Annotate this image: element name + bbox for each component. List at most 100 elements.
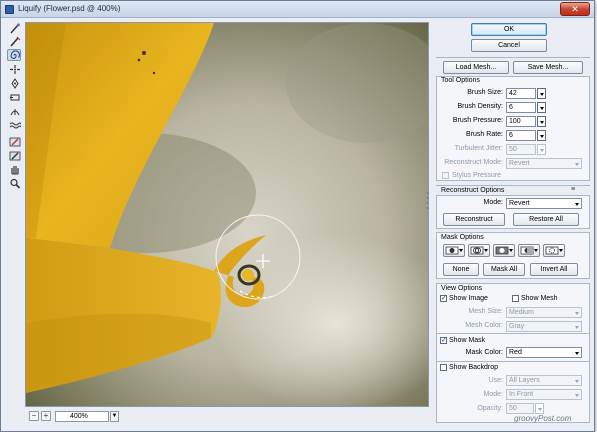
reconstruct-button[interactable]: Reconstruct <box>443 213 505 226</box>
show-backdrop-checkbox[interactable] <box>440 364 447 371</box>
backdrop-use-label: Use: <box>488 377 503 384</box>
chevron-down-icon <box>559 249 563 252</box>
mesh-color-label: Mesh Color: <box>465 322 503 329</box>
zoom-out-button[interactable]: − <box>29 411 39 421</box>
push-left-tool[interactable] <box>7 91 21 103</box>
show-image-checkbox[interactable] <box>440 294 447 302</box>
backdrop-opacity-field[interactable]: 50 <box>506 403 534 414</box>
mesh-size-select[interactable]: Medium <box>506 307 582 318</box>
backdrop-opacity-dropdown[interactable] <box>535 403 544 414</box>
hand-tool[interactable] <box>7 163 21 175</box>
image-canvas[interactable] <box>25 22 429 407</box>
reconstruct-options-mode-value: Revert <box>509 200 530 207</box>
invert-selection-icon <box>545 246 559 255</box>
forward-warp-tool[interactable] <box>7 22 21 34</box>
magnifier-icon <box>10 178 21 189</box>
subtract-from-selection-button[interactable] <box>493 244 515 257</box>
thaw-mask-tool[interactable] <box>7 149 21 161</box>
panel-splitter[interactable] <box>426 191 429 213</box>
replace-selection-button[interactable] <box>443 244 465 257</box>
turbulent-jitter-label: Turbulent Jitter: <box>454 145 503 152</box>
freeze-mask-icon <box>9 137 21 147</box>
hand-icon <box>11 166 19 175</box>
turbulent-jitter-field[interactable]: 50 <box>506 144 536 155</box>
chevron-down-icon <box>509 249 513 252</box>
pucker-tool[interactable] <box>7 63 21 75</box>
brush-rate-label: Brush Rate: <box>466 131 503 138</box>
twirl-clockwise-tool[interactable] <box>7 49 21 61</box>
reconstruct-mode-select[interactable]: Revert <box>506 158 582 169</box>
brush-density-dropdown[interactable] <box>537 102 546 113</box>
reconstruct-tool[interactable] <box>7 35 21 47</box>
zoom-control: − + 400% ▼ <box>29 411 149 425</box>
panel-menu-icon[interactable]: ≡ <box>571 186 575 193</box>
invert-all-button[interactable]: Invert All <box>530 263 578 276</box>
brush-size-dropdown[interactable] <box>537 88 546 99</box>
brush-density-field[interactable]: 6 <box>506 102 536 113</box>
reconstruct-options-mode-select[interactable]: Revert <box>506 198 582 209</box>
mask-color-value: Red <box>509 349 522 356</box>
mask-options-title: Mask Options <box>441 234 484 241</box>
intersect-selection-button[interactable] <box>518 244 540 257</box>
chevron-down-icon <box>575 380 579 383</box>
intersect-selection-icon <box>520 246 534 255</box>
mirror-icon <box>10 109 20 116</box>
backdrop-mode-select[interactable]: In Front <box>506 389 582 400</box>
mesh-color-select[interactable]: Gray <box>506 321 582 332</box>
divider <box>436 57 590 58</box>
turbulent-jitter-dropdown[interactable] <box>537 144 546 155</box>
mask-color-label: Mask Color: <box>465 349 503 356</box>
forward-warp-icon <box>10 23 20 34</box>
mask-color-select[interactable]: Red <box>506 347 582 358</box>
show-image-label: Show Image <box>449 295 488 302</box>
mesh-size-label: Mesh Size: <box>468 308 503 315</box>
brush-size-label: Brush Size: <box>467 89 503 96</box>
brush-density-label: Brush Density: <box>457 103 503 110</box>
bloat-tool[interactable] <box>7 77 21 89</box>
backdrop-mode-value: In Front <box>509 391 534 398</box>
backdrop-use-select[interactable]: All Layers <box>506 375 582 386</box>
close-button[interactable]: ✕ <box>560 2 590 16</box>
chevron-down-icon <box>575 352 579 355</box>
turbulence-tool[interactable] <box>7 119 21 131</box>
brush-pressure-field[interactable]: 100 <box>506 116 536 127</box>
chevron-down-icon <box>575 394 579 397</box>
brush-rate-dropdown[interactable] <box>537 130 546 141</box>
add-to-selection-button[interactable] <box>468 244 490 257</box>
zoom-dropdown[interactable]: ▼ <box>110 411 119 422</box>
zoom-in-button[interactable]: + <box>41 411 51 421</box>
brush-size-field[interactable]: 42 <box>506 88 536 99</box>
zoom-tool[interactable] <box>7 177 21 189</box>
cancel-button[interactable]: Cancel <box>471 39 547 52</box>
title-bar[interactable]: Liquify (Flower.psd @ 400%) ✕ <box>1 1 594 18</box>
mirror-tool[interactable] <box>7 105 21 117</box>
show-backdrop-label: Show Backdrop <box>449 364 499 371</box>
mask-none-button[interactable]: None <box>443 263 479 276</box>
show-mesh-checkbox[interactable] <box>512 295 519 302</box>
ok-button[interactable]: OK <box>471 23 547 36</box>
reconstruct-mode-label: Mode: <box>483 199 503 206</box>
show-mask-checkbox[interactable] <box>440 336 447 344</box>
stylus-pressure-checkbox[interactable] <box>442 172 449 179</box>
liquify-toolbar <box>5 22 25 192</box>
restore-all-button[interactable]: Restore All <box>513 213 579 226</box>
zoom-level-field[interactable]: 400% <box>55 411 109 422</box>
reconstruct-brush-icon <box>10 36 21 47</box>
chevron-down-icon <box>534 249 538 252</box>
invert-selection-button[interactable] <box>543 244 565 257</box>
save-mesh-button[interactable]: Save Mesh... <box>513 61 583 74</box>
reconstruct-mode-value: Revert <box>509 160 530 167</box>
replace-selection-icon <box>445 246 459 255</box>
brush-pressure-dropdown[interactable] <box>537 116 546 127</box>
pucker-icon <box>10 65 20 74</box>
photoshop-icon <box>5 5 14 14</box>
options-panel: OK Cancel Load Mesh... Save Mesh... Tool… <box>433 19 593 429</box>
mask-all-button[interactable]: Mask All <box>483 263 525 276</box>
brush-rate-field[interactable]: 6 <box>506 130 536 141</box>
twirl-icon <box>10 50 20 59</box>
divider <box>436 185 590 186</box>
chevron-down-icon <box>575 203 579 206</box>
freeze-mask-tool[interactable] <box>7 135 21 147</box>
show-mesh-label: Show Mesh <box>521 295 558 302</box>
load-mesh-button[interactable]: Load Mesh... <box>443 61 509 74</box>
